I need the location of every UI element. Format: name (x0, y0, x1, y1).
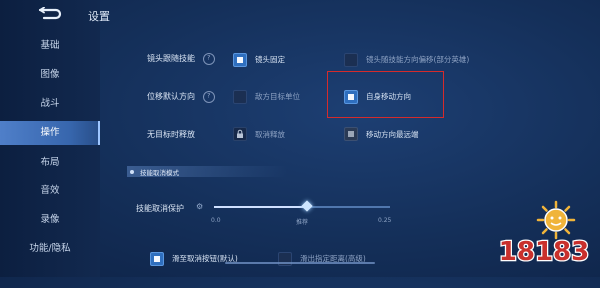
slider-fill (214, 206, 308, 208)
enemy-target-checkbox[interactable] (233, 90, 247, 104)
slider-tick-max: 0.25 (378, 217, 392, 224)
cancel-release-checkbox[interactable] (233, 127, 247, 141)
section-title: 技能取消模式 (140, 169, 179, 177)
sidebar-item-layout[interactable]: 布局 (0, 152, 100, 174)
section-bullet-icon (130, 170, 134, 174)
slider-tick-recommended: 推荐 (296, 219, 309, 226)
camera-offset-checkbox[interactable] (344, 53, 358, 67)
watermark-text: 18183 (499, 237, 589, 267)
camera-fixed-checkbox[interactable] (233, 53, 247, 67)
farthest-direction-label: 移动方向最远端 (366, 130, 419, 139)
camera-follow-label: 镜头跟随技能 (147, 54, 195, 63)
highlight-box (327, 71, 444, 118)
lock-icon (237, 129, 243, 138)
back-arrow-icon[interactable] (36, 7, 62, 21)
slider-reset-icon[interactable]: ⚙ (196, 202, 205, 211)
slide-to-cancel-checkbox[interactable] (150, 252, 164, 266)
scroll-indicator (225, 262, 375, 264)
sidebar-item-basic[interactable]: 基础 (0, 35, 100, 57)
sidebar-item-graphics[interactable]: 图像 (0, 64, 100, 86)
slider-tick-min: 0.0 (211, 217, 221, 224)
watermark-logo: 18183 (498, 200, 590, 268)
sidebar-item-more[interactable] (0, 266, 100, 288)
camera-offset-label: 镜头随技能方向偏移(部分英雄) (366, 55, 470, 64)
help-icon[interactable]: ? (200, 50, 218, 68)
enemy-target-label: 敌方目标单位 (255, 92, 300, 101)
sidebar: 基础 图像 战斗 操作 布局 音效 录像 功能/隐私 (0, 0, 100, 277)
cancel-protect-slider[interactable] (214, 200, 390, 212)
no-target-label: 无目标时释放 (147, 130, 195, 139)
sidebar-item-privacy[interactable]: 功能/隐私 (0, 238, 100, 260)
sidebar-item-combat[interactable]: 战斗 (0, 93, 100, 115)
cancel-release-label: 取消释放 (255, 130, 285, 139)
slider-thumb[interactable] (301, 200, 313, 212)
camera-fixed-label: 镜头固定 (255, 55, 285, 64)
page-title: 设置 (88, 10, 110, 23)
watermark-sun-icon (536, 200, 576, 240)
displacement-label: 位移默认方向 (147, 92, 195, 101)
sidebar-item-replay[interactable]: 录像 (0, 209, 100, 231)
sidebar-item-audio[interactable]: 音效 (0, 180, 100, 202)
farthest-direction-checkbox[interactable] (344, 127, 358, 141)
help-icon[interactable]: ? (200, 88, 218, 106)
cancel-protect-label: 技能取消保护 (136, 204, 184, 213)
sidebar-item-controls[interactable]: 操作 (0, 121, 100, 145)
